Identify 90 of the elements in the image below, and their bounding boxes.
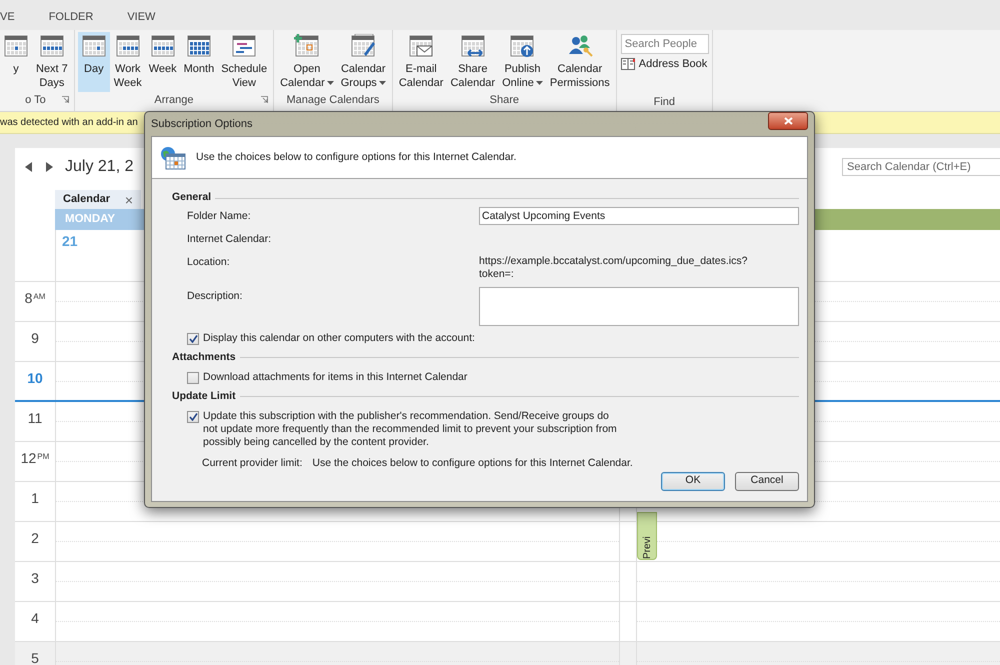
ribbon-button[interactable]: Publish Online: [499, 32, 546, 92]
calendar-plus-icon: [294, 34, 320, 58]
schedule-icon: [231, 34, 258, 58]
launcher-icon: [62, 96, 69, 103]
ribbon-button[interactable]: Next 7 Days: [33, 32, 71, 92]
hour-label: 9: [31, 329, 39, 348]
section-heading: Update Limit: [172, 388, 236, 404]
calendar-icon: [3, 34, 29, 58]
calendar-tab[interactable]: Calendar: [63, 191, 110, 208]
ribbon-button[interactable]: Schedule View: [218, 32, 270, 92]
ribbon-button[interactable]: Work Week: [110, 32, 145, 92]
group-label: Share: [490, 93, 519, 108]
ribbon-button[interactable]: E-mail Calendar: [396, 32, 446, 92]
checkbox[interactable]: [187, 410, 199, 423]
group-label: Manage Calendars: [286, 93, 380, 108]
dialog-title: Subscription Options: [151, 116, 252, 132]
field-label: Location:: [187, 254, 231, 270]
launcher-icon: [261, 96, 268, 103]
checkbox-label[interactable]: Download attachments for items in this Internet Calendar: [203, 370, 468, 384]
ribbon-button[interactable]: Month: [180, 32, 218, 92]
event-label: Previ: [640, 535, 654, 559]
location-value: token=:: [479, 268, 515, 281]
group-label: Find: [652, 94, 676, 110]
calendar-pencil-icon: [350, 34, 376, 58]
caret-icon: [378, 81, 386, 85]
search-field[interactable]: Search Calendar (Ctrl+E): [842, 158, 1000, 176]
group-label: Arrange: [154, 93, 194, 108]
hour-label: 3: [31, 569, 39, 588]
calendar-upload-icon: [509, 34, 536, 58]
ribbon-button[interactable]: Share Calendar: [447, 32, 498, 92]
info-bar-text: was detected with an add-in an: [0, 116, 138, 130]
calendar-globe-icon: [160, 146, 186, 170]
section-heading: General: [172, 190, 212, 206]
calendar-icon: [114, 34, 141, 58]
check-icon: [188, 412, 198, 421]
checkbox[interactable]: [187, 372, 199, 384]
section-heading: Attachments: [172, 350, 236, 365]
checkbox[interactable]: [187, 332, 199, 345]
field-label: Folder Name:: [187, 209, 252, 224]
previous-icon: [25, 162, 32, 172]
location-value: https://example.bccatalyst.com/upcoming_due_dates.ics?: [479, 254, 748, 268]
ribbon-tab[interactable]: VE: [0, 8, 15, 25]
hour-label: 12$^{PM}$: [20, 449, 50, 468]
ribbon-button[interactable]: y: [0, 32, 32, 92]
field-label: Current provider limit:: [202, 456, 302, 471]
hour-label: 2: [31, 529, 39, 548]
calendar-envelope-icon: [408, 34, 434, 58]
calendar-icon: [38, 34, 65, 58]
event-card[interactable]: Previ: [637, 512, 657, 560]
calendar-date: July 21, 2: [65, 157, 134, 177]
field-label: Description:: [187, 288, 244, 304]
next-icon: [46, 162, 53, 172]
calendar-icon: [80, 34, 107, 58]
group-label: o To: [25, 93, 46, 108]
ok-button[interactable]: OK: [661, 472, 725, 490]
hour-label: 8$^{AM}$: [24, 289, 46, 308]
close-tab-button[interactable]: ×: [124, 192, 133, 206]
ribbon-button[interactable]: Day: [78, 32, 110, 92]
check-icon: [188, 334, 198, 343]
ribbon-button[interactable]: Calendar Groups: [338, 32, 389, 92]
ribbon-tab[interactable]: FOLDER: [48, 8, 94, 25]
close-icon: [784, 117, 792, 125]
cancel-button[interactable]: Cancel: [735, 472, 799, 490]
description-field[interactable]: [479, 286, 799, 326]
day-number: 21: [61, 232, 78, 249]
field-label: Internet Calendar:: [187, 232, 272, 247]
caret-icon: [326, 81, 334, 85]
provider-limit-value: Use the choices below to configure options for this Internet Calendar.: [312, 456, 633, 471]
hour-label: 4: [31, 609, 39, 628]
ribbon-button[interactable]: Week: [146, 32, 180, 92]
dialog-intro-text: Use the choices below to configure options for this Internet Calendar.: [196, 150, 516, 165]
ribbon-button[interactable]: Open Calendar: [277, 32, 337, 92]
checkbox-label[interactable]: Display this calendar on other computers with the account:: [203, 332, 475, 345]
checkbox-label[interactable]: Update this subscription with the publisher's recommendation. Send/Receive groups do not update more frequently than the recommended limit to prevent your subscription from possibly being cancelled by the content provider.: [203, 410, 623, 449]
hour-label: 5: [31, 649, 39, 665]
hour-label: 11: [28, 409, 42, 428]
book-icon: [620, 58, 635, 70]
address-book-button[interactable]: Address Book: [620, 56, 708, 72]
hour-label: 10: [27, 369, 43, 388]
calendar-arrows-icon: [460, 34, 486, 58]
ribbon-button[interactable]: Calendar Permissions: [546, 32, 613, 92]
calendar-icon: [186, 34, 212, 58]
hour-label: 1: [31, 489, 39, 508]
ribbon-tab[interactable]: VIEW: [127, 8, 156, 25]
close-button[interactable]: [768, 112, 808, 130]
folder-name-field[interactable]: Catalyst Upcoming Events: [479, 207, 799, 225]
calendar-icon: [150, 34, 176, 58]
people-key-icon: [566, 34, 593, 58]
search-field[interactable]: Search People: [620, 34, 709, 54]
caret-icon: [536, 81, 543, 85]
